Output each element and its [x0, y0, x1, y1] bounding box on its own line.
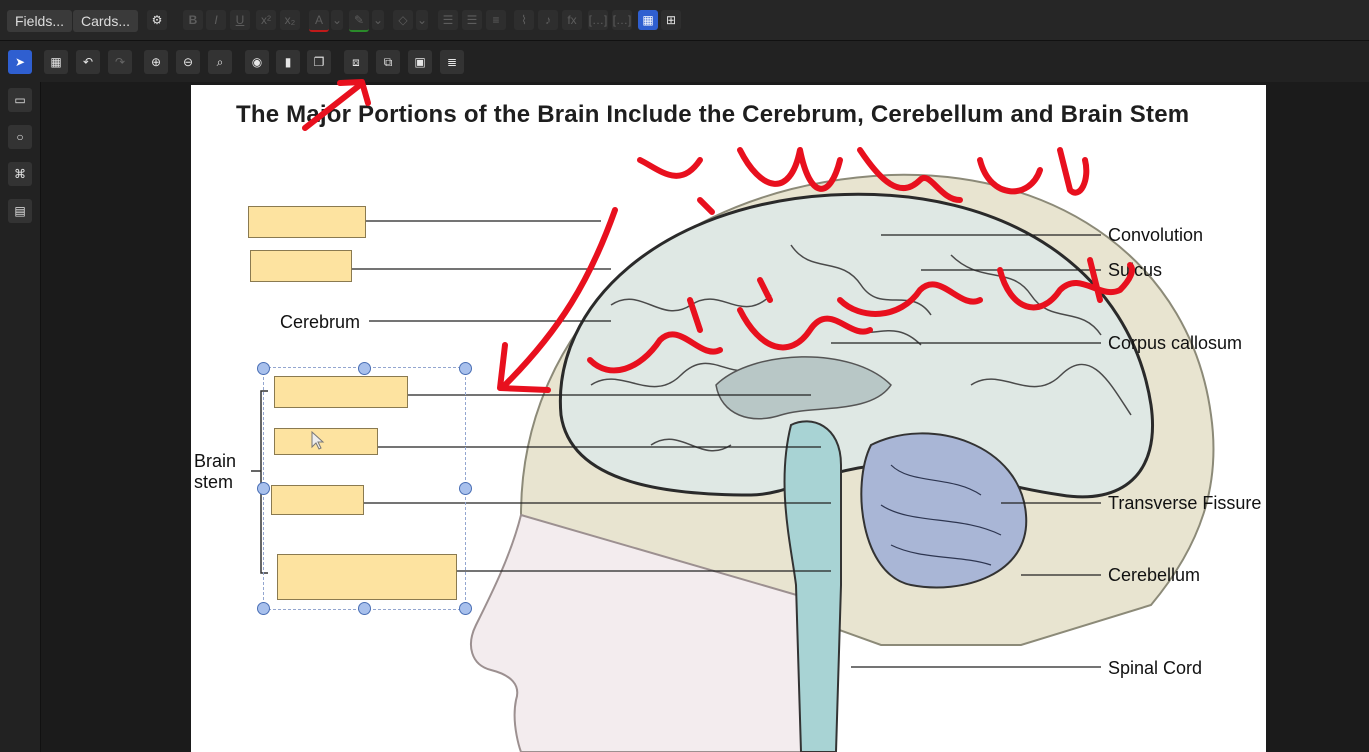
handwritten-annotation: [302, 79, 1135, 393]
